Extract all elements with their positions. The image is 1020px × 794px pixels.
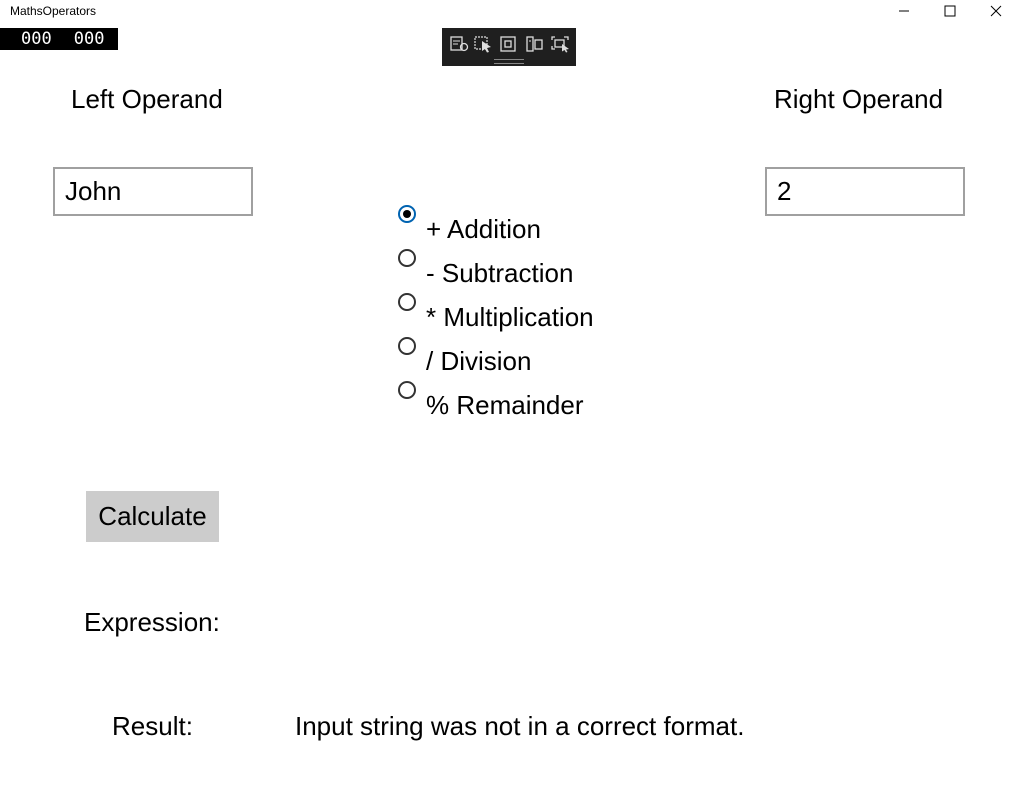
- frame-rate-counter: 000 000: [0, 28, 118, 50]
- maximize-icon: [944, 5, 956, 17]
- radio-division-label: / Division: [426, 346, 532, 376]
- radio-division[interactable]: / Division: [398, 336, 531, 377]
- right-operand-input[interactable]: 2: [765, 167, 965, 216]
- radio-remainder[interactable]: % Remainder: [398, 380, 584, 421]
- radio-multiplication-indicator[interactable]: [398, 293, 416, 311]
- radio-addition-indicator[interactable]: [398, 205, 416, 223]
- left-operand-label: Left Operand: [71, 84, 223, 114]
- maximize-button[interactable]: [927, 0, 973, 22]
- close-icon: [990, 5, 1002, 17]
- radio-remainder-indicator[interactable]: [398, 381, 416, 399]
- expression-label: Expression:: [84, 607, 220, 637]
- minimize-icon: [899, 10, 909, 12]
- debug-toolbar: [442, 28, 576, 66]
- select-element-icon[interactable]: [473, 35, 495, 53]
- toolbar-grip[interactable]: [494, 59, 524, 64]
- result-value: Input string was not in a correct format…: [295, 711, 745, 741]
- calculate-button[interactable]: Calculate: [86, 491, 219, 542]
- track-focus-icon[interactable]: [524, 35, 546, 53]
- display-layout-adorners-icon[interactable]: [498, 35, 520, 53]
- window-title: MathsOperators: [10, 4, 97, 18]
- frame-counter-right: 000: [73, 29, 105, 49]
- radio-subtraction-label: - Subtraction: [426, 258, 574, 288]
- radio-subtraction-indicator[interactable]: [398, 249, 416, 267]
- close-button[interactable]: [973, 0, 1019, 22]
- radio-addition-label: + Addition: [426, 214, 541, 244]
- radio-division-indicator[interactable]: [398, 337, 416, 355]
- radio-remainder-label: % Remainder: [426, 390, 584, 420]
- radio-multiplication[interactable]: * Multiplication: [398, 292, 594, 333]
- hot-reload-icon[interactable]: [550, 35, 572, 53]
- result-label: Result:: [112, 711, 193, 741]
- minimize-button[interactable]: [881, 0, 927, 22]
- live-visual-tree-icon[interactable]: [448, 35, 470, 53]
- frame-counter-left: 000: [21, 29, 52, 49]
- radio-multiplication-label: * Multiplication: [426, 302, 594, 332]
- left-operand-input[interactable]: John: [53, 167, 253, 216]
- right-operand-label: Right Operand: [774, 84, 944, 114]
- radio-subtraction[interactable]: - Subtraction: [398, 248, 573, 289]
- radio-addition[interactable]: + Addition: [398, 204, 541, 245]
